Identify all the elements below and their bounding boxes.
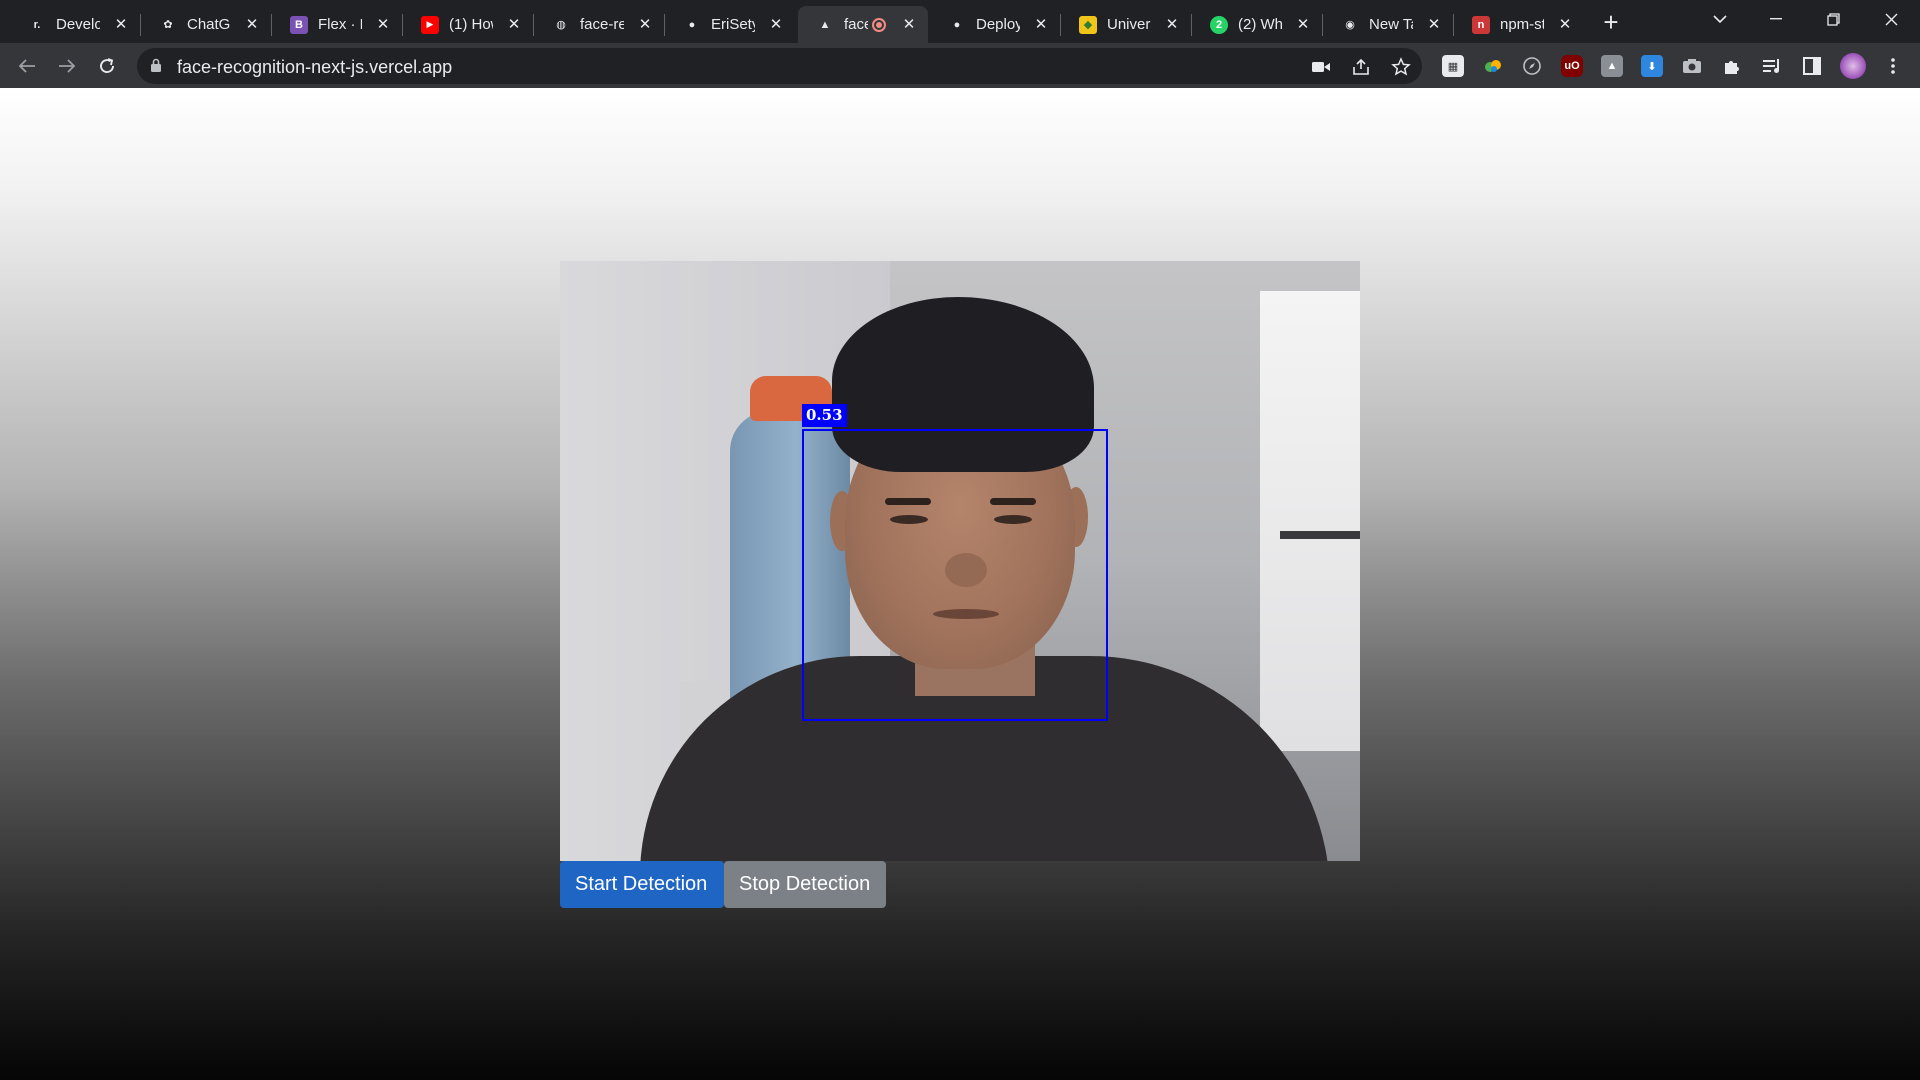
tab-title: ChatGP: [187, 16, 231, 33]
browser-tab[interactable]: ◆ Univers ✕: [1061, 6, 1191, 43]
color-extension-icon[interactable]: [1482, 55, 1504, 77]
download-extension-icon[interactable]: ⬇: [1641, 55, 1663, 77]
tab-close-icon[interactable]: ✕: [1163, 15, 1181, 33]
side-panel-icon[interactable]: [1801, 55, 1823, 77]
browser-tab[interactable]: ▲ face ✕: [798, 6, 928, 43]
lock-icon[interactable]: [151, 58, 161, 72]
tab-title: EriSetya: [711, 16, 755, 33]
browser-tab[interactable]: r. Develop ✕: [10, 6, 140, 43]
tab-close-icon[interactable]: ✕: [1294, 15, 1312, 33]
tab-close-icon[interactable]: ✕: [374, 15, 392, 33]
close-window-icon[interactable]: [1871, 4, 1911, 34]
browser-tab[interactable]: ▶ (1) How ✕: [403, 6, 533, 43]
share-icon[interactable]: [1350, 56, 1372, 78]
tab-title: Flex · Bo: [318, 16, 362, 33]
tab-favicon-icon: ✿: [163, 19, 173, 31]
tab-favicon-icon: r.: [33, 18, 41, 31]
ublock-extension-icon[interactable]: uO: [1561, 55, 1583, 77]
tab-title: Univers: [1107, 16, 1151, 33]
tab-favicon-icon: ◆: [1079, 15, 1097, 34]
browser-tab[interactable]: ● EriSetya ✕: [665, 6, 795, 43]
camera-in-use-icon[interactable]: [1310, 56, 1332, 78]
tab-favicon-icon: 2: [1210, 15, 1228, 34]
qr-code-extension-icon[interactable]: ▦: [1442, 55, 1464, 77]
tab-close-icon[interactable]: ✕: [505, 15, 523, 33]
screenshot-camera-icon[interactable]: [1681, 55, 1703, 77]
chrome-menu-icon[interactable]: [1882, 55, 1904, 77]
page-background: 0.53 Start Detection Stop Detection: [0, 88, 1920, 1080]
tab-close-icon[interactable]: ✕: [243, 15, 261, 33]
video-window-bar: [1280, 531, 1360, 539]
browser-tab[interactable]: B Flex · Bo ✕: [272, 6, 402, 43]
browser-tab[interactable]: n npm-st ✕: [1454, 6, 1584, 43]
tab-close-icon[interactable]: ✕: [1032, 15, 1050, 33]
restore-icon[interactable]: [1813, 4, 1853, 34]
reload-button[interactable]: [93, 52, 121, 80]
tab-favicon-icon: ▲: [819, 18, 831, 31]
recording-indicator-icon: [872, 17, 886, 32]
tab-close-icon[interactable]: ✕: [1425, 15, 1443, 33]
tab-favicon-icon: ◍: [556, 19, 566, 31]
face-bounding-box: [802, 429, 1108, 721]
detection-confidence-label: 0.53: [802, 404, 847, 427]
tab-close-icon[interactable]: ✕: [900, 15, 918, 33]
address-bar[interactable]: face-recognition-next-js.vercel.app: [137, 48, 1422, 84]
tab-title: Deploy: [976, 16, 1020, 33]
tab-favicon-icon: B: [290, 15, 308, 34]
browser-tab[interactable]: ● Deploy ✕: [930, 6, 1060, 43]
puzzle-grey-extension-icon[interactable]: ▲: [1601, 55, 1623, 77]
tab-favicon-icon: ◉: [1345, 19, 1355, 31]
webcam-video: 0.53: [560, 261, 1360, 861]
tab-close-icon[interactable]: ✕: [636, 15, 654, 33]
tab-title: npm-st: [1500, 16, 1544, 33]
tab-close-icon[interactable]: ✕: [767, 15, 785, 33]
tab-title: face-rec: [580, 16, 624, 33]
profile-avatar[interactable]: [1840, 53, 1866, 79]
bookmark-star-icon[interactable]: [1390, 56, 1412, 78]
tab-close-icon[interactable]: ✕: [112, 15, 130, 33]
tab-strip: r. Develop ✕ ✿ ChatGP ✕ B Flex · Bo ✕ ▶ (1) How ✕ ◍ f…: [0, 0, 1920, 43]
detection-controls: Start Detection Stop Detection: [560, 861, 886, 908]
tab-favicon-icon: n: [1472, 15, 1490, 34]
stop-detection-button[interactable]: Stop Detection: [724, 861, 886, 908]
tab-title: Develop: [56, 16, 100, 33]
tab-title: New Ta: [1369, 16, 1413, 33]
minimize-icon[interactable]: [1756, 4, 1796, 34]
forward-button[interactable]: [53, 52, 81, 80]
browser-toolbar: face-recognition-next-js.vercel.app ▦ uO…: [0, 43, 1920, 88]
browser-tab[interactable]: ◉ New Ta ✕: [1323, 6, 1453, 43]
media-controls-icon[interactable]: [1761, 55, 1783, 77]
back-button[interactable]: [13, 52, 41, 80]
video-window: [1260, 291, 1360, 751]
browser-tab[interactable]: ✿ ChatGP ✕: [141, 6, 271, 43]
extensions-puzzle-icon[interactable]: [1721, 55, 1743, 77]
tab-title: face: [844, 16, 868, 33]
tab-title: (1) How: [449, 16, 493, 33]
tab-favicon-icon: ●: [953, 18, 961, 31]
tab-title: (2) Wha: [1238, 16, 1282, 33]
compass-extension-icon[interactable]: [1521, 55, 1543, 77]
browser-tab[interactable]: 2 (2) Wha ✕: [1192, 6, 1322, 43]
start-detection-button[interactable]: Start Detection: [560, 861, 724, 908]
browser-tab[interactable]: ◍ face-rec ✕: [534, 6, 664, 43]
tab-search-icon[interactable]: [1700, 4, 1740, 34]
tab-close-icon[interactable]: ✕: [1556, 15, 1574, 33]
tab-favicon-icon: ▶: [421, 15, 439, 34]
tab-favicon-icon: ●: [688, 18, 696, 31]
url-text[interactable]: face-recognition-next-js.vercel.app: [177, 57, 452, 78]
new-tab-button[interactable]: +: [1598, 7, 1624, 37]
